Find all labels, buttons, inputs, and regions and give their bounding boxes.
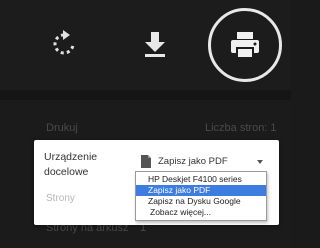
dropdown-option-hp-deskjet[interactable]: HP Deskjet F4100 series bbox=[136, 174, 266, 185]
sheets-count: Liczba stron: 1 bbox=[205, 122, 277, 134]
dropdown-option-save-pdf[interactable]: Zapisz jako PDF bbox=[136, 185, 266, 196]
print-preview-screen: Drukuj Liczba stron: 1 Strony na arkusz … bbox=[0, 0, 291, 248]
destination-label: Urządzenie docelowe bbox=[44, 151, 98, 178]
download-icon bbox=[145, 32, 165, 57]
destination-select[interactable]: Zapisz jako PDF bbox=[137, 152, 267, 172]
dropdown-option-see-more[interactable]: Zobacz więcej... bbox=[136, 207, 266, 218]
document-icon bbox=[141, 155, 151, 168]
print-button[interactable] bbox=[208, 8, 282, 82]
printer-icon bbox=[231, 32, 259, 59]
refresh-button[interactable] bbox=[32, 12, 96, 76]
print-label: Drukuj bbox=[46, 122, 78, 134]
dropdown-option-google-drive[interactable]: Zapisz na Dysku Google bbox=[136, 196, 266, 207]
pages-label: Strony bbox=[46, 193, 75, 204]
download-button[interactable] bbox=[123, 12, 187, 76]
destination-dropdown: HP Deskjet F4100 series Zapisz jako PDF … bbox=[135, 171, 267, 221]
refresh-icon bbox=[53, 30, 75, 55]
toolbar bbox=[0, 0, 291, 90]
chevron-down-icon bbox=[257, 159, 263, 164]
destination-select-value: Zapisz jako PDF bbox=[158, 156, 228, 167]
